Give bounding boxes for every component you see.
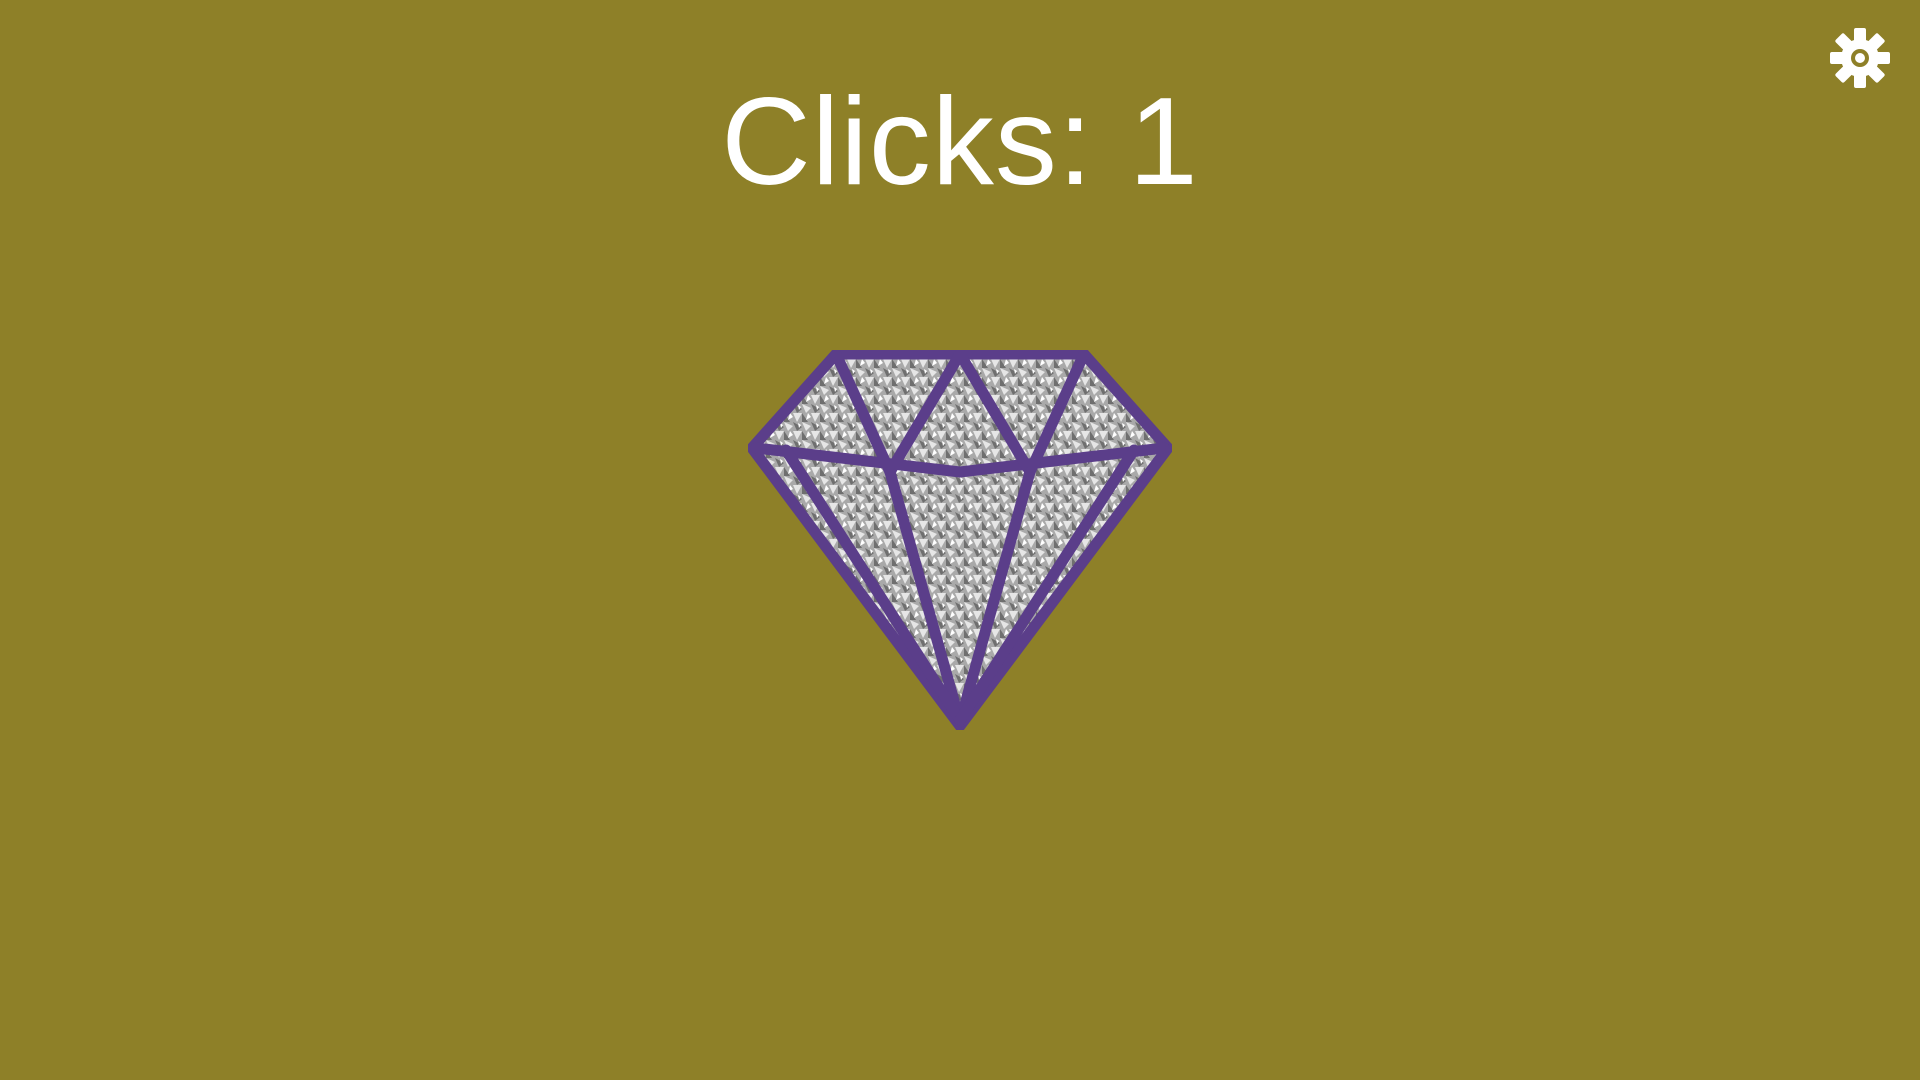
settings-button[interactable]: [1828, 26, 1892, 90]
gear-icon: [1830, 28, 1890, 88]
game-screen: Clicks: 1: [0, 0, 1920, 1080]
click-counter: Clicks: 1: [721, 73, 1199, 211]
diamond-clicker[interactable]: [748, 350, 1172, 730]
diamond-icon: [748, 350, 1172, 730]
